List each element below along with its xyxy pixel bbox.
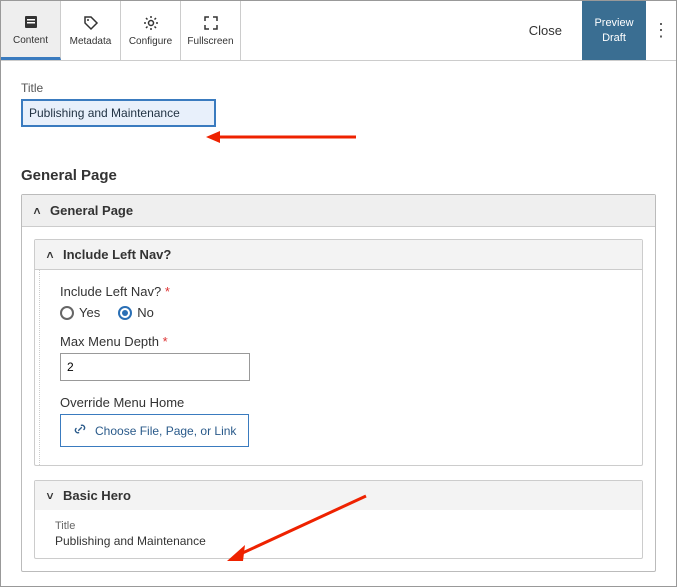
required-marker: * <box>163 334 168 349</box>
tab-metadata-label: Metadata <box>70 36 112 47</box>
override-chooser-label: Choose File, Page, or Link <box>95 424 236 438</box>
preview-draft-button[interactable]: Preview Draft <box>582 1 646 60</box>
basic-hero-header-label: Basic Hero <box>63 488 131 503</box>
chevron-down-icon: ˅ <box>45 489 55 503</box>
basic-hero-title-label: Title <box>55 520 622 532</box>
radio-icon <box>60 306 74 320</box>
title-input[interactable] <box>21 99 216 127</box>
radio-no-label: No <box>137 305 154 320</box>
tab-content-label: Content <box>13 35 48 46</box>
tab-fullscreen-label: Fullscreen <box>187 36 233 47</box>
include-left-nav-header[interactable]: ˄ Include Left Nav? <box>35 240 642 270</box>
more-menu-button[interactable]: ⋮ <box>646 1 676 60</box>
tab-metadata[interactable]: Metadata <box>61 1 121 60</box>
tab-configure-label: Configure <box>129 36 172 47</box>
basic-hero-title-value: Publishing and Maintenance <box>55 534 622 548</box>
radio-no[interactable]: No <box>118 305 154 320</box>
section-heading: General Page <box>21 167 656 184</box>
toolbar: Content Metadata Configure Fullscreen Cl… <box>1 1 676 61</box>
override-label: Override Menu Home <box>60 395 184 410</box>
basic-hero-header[interactable]: ˅ Basic Hero <box>35 481 642 510</box>
max-depth-label: Max Menu Depth <box>60 334 159 349</box>
include-left-nav-question: Include Left Nav? <box>60 284 161 299</box>
tag-icon <box>82 14 100 32</box>
title-label: Title <box>21 81 656 95</box>
tab-configure[interactable]: Configure <box>121 1 181 60</box>
override-chooser[interactable]: Choose File, Page, or Link <box>60 414 249 447</box>
radio-yes-label: Yes <box>79 305 100 320</box>
radio-icon-selected <box>118 306 132 320</box>
kebab-icon: ⋮ <box>652 20 670 41</box>
link-icon <box>73 422 87 439</box>
radio-yes[interactable]: Yes <box>60 305 100 320</box>
fullscreen-icon <box>202 14 220 32</box>
required-marker: * <box>165 284 170 299</box>
close-button[interactable]: Close <box>509 23 582 38</box>
chevron-up-icon: ˄ <box>32 204 42 218</box>
content-icon <box>22 13 40 31</box>
include-left-nav-panel: ˄ Include Left Nav? Include Left Nav? * … <box>34 239 643 466</box>
include-left-nav-header-label: Include Left Nav? <box>63 247 171 262</box>
max-depth-input[interactable] <box>60 353 250 381</box>
general-page-panel: ˄ General Page ˄ Include Left Nav? Inclu… <box>21 194 656 572</box>
general-page-header-label: General Page <box>50 203 133 218</box>
basic-hero-panel: ˅ Basic Hero Title Publishing and Mainte… <box>34 480 643 559</box>
general-page-header[interactable]: ˄ General Page <box>22 195 655 227</box>
tab-fullscreen[interactable]: Fullscreen <box>181 1 241 60</box>
chevron-up-icon: ˄ <box>45 248 55 262</box>
gear-icon <box>142 14 160 32</box>
tab-content[interactable]: Content <box>1 1 61 60</box>
